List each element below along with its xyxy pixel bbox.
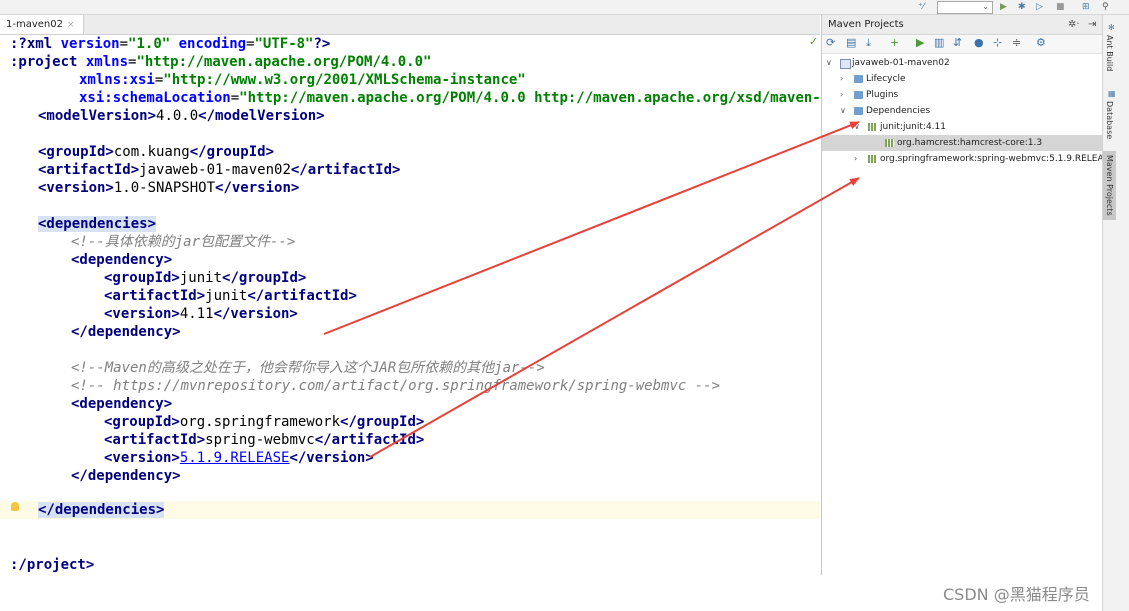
stop-icon[interactable]: ■ <box>1056 2 1065 12</box>
tool-tab-maven-projects[interactable]: Maven Projects <box>1103 151 1116 220</box>
tree-node-spring-webmvc[interactable]: › org.springframework:spring-webmvc:5.1.… <box>822 151 1103 167</box>
collapse-all-icon[interactable]: ≑ <box>1012 37 1021 49</box>
refresh-icon[interactable]: ⟳ <box>826 37 835 49</box>
tree-label: org.springframework:spring-webmvc:5.1.9.… <box>880 154 1103 164</box>
chevron-down-icon: ⌄ <box>982 2 989 11</box>
code-line: </dependency> <box>71 324 181 340</box>
main-toolbar: ⁺⁄ ⌄ ▶ ✱ ▷ ■ ⊞ ⚲ <box>0 0 1129 15</box>
code-line: <groupId>org.springframework</groupId> <box>104 414 425 430</box>
code-line: :/project> <box>10 557 95 573</box>
code-line: <dependency> <box>71 396 173 412</box>
panel-header: Maven Projects ✲· ⇥ <box>822 15 1103 35</box>
code-line: <artifactId>junit</artifactId> <box>104 288 357 304</box>
gear-icon[interactable]: ✲· <box>1068 15 1080 34</box>
execute-goal-icon[interactable]: ▥ <box>934 37 944 49</box>
run-icon[interactable]: ▶ <box>916 37 924 49</box>
editor-tab-bar: 1-maven02 × <box>0 15 820 35</box>
library-icon <box>885 139 894 147</box>
generate-sources-icon[interactable]: ▤ <box>846 37 856 49</box>
tree-node-junit[interactable]: ∨ junit:junit:4.11 <box>822 119 1103 135</box>
code-comment: <!-- https://mvnrepository.com/artifact/… <box>71 378 721 394</box>
tree-node-lifecycle[interactable]: › Lifecycle <box>822 71 1103 87</box>
chevron-down-icon[interactable]: ∨ <box>840 103 846 119</box>
tree-label: Dependencies <box>866 106 931 116</box>
code-line: <dependencies> <box>38 216 157 232</box>
chevron-right-icon[interactable]: › <box>840 87 843 103</box>
chevron-down-icon[interactable]: ∨ <box>854 119 860 135</box>
code-comment: <!--具体依赖的jar包配置文件--> <box>71 234 296 250</box>
code-line: <version>5.1.9.RELEASE</version> <box>104 450 374 466</box>
tree-node-hamcrest[interactable]: org.hamcrest:hamcrest-core:1.3 <box>822 135 1103 151</box>
chevron-right-icon[interactable]: › <box>840 71 843 87</box>
code-comment: <!--Maven的高级之处在于，他会帮你导入这个JAR包所依赖的其他jar--… <box>71 360 545 376</box>
version-link[interactable]: 5.1.9.RELEASE <box>180 450 290 466</box>
database-icon: ▦ <box>1108 89 1116 98</box>
module-icon <box>840 59 851 69</box>
code-line: </dependencies> <box>38 502 165 518</box>
maven-toolbar: ⟳ ▤ ⤓ + ▶ ▥ ⇵ ● ⊹ ≑ ⚙ <box>822 35 1103 54</box>
folder-icon <box>854 75 863 83</box>
tab-label: 1-maven02 <box>6 19 63 30</box>
tree-node-dependencies[interactable]: ∨ Dependencies <box>822 103 1103 119</box>
tool-tab-ant-build[interactable]: Ant Build <box>1105 35 1114 71</box>
tree-label: Plugins <box>866 90 899 100</box>
coverage-icon[interactable]: ▷ <box>1036 2 1043 12</box>
skip-tests-icon[interactable]: ● <box>974 37 984 49</box>
code-line: <groupId>com.kuang</groupId> <box>38 144 275 160</box>
tree-label: Lifecycle <box>866 74 906 84</box>
close-icon[interactable]: × <box>67 20 75 30</box>
chevron-right-icon[interactable]: › <box>854 151 857 167</box>
code-line: </dependency> <box>71 468 181 484</box>
code-line: xsi:schemaLocation="http://maven.apache.… <box>79 90 820 106</box>
code-line: xmlns:xsi="http://www.w3.org/2001/XMLSch… <box>79 72 526 88</box>
editor-tab-pom[interactable]: 1-maven02 × <box>0 15 84 34</box>
hide-panel-icon[interactable]: ⇥ <box>1088 15 1096 34</box>
tree-node-plugins[interactable]: › Plugins <box>822 87 1103 103</box>
code-line: <artifactId>javaweb-01-maven02</artifact… <box>38 162 401 178</box>
inspection-ok-icon: ✓ <box>809 35 819 48</box>
tree-label: org.hamcrest:hamcrest-core:1.3 <box>897 138 1043 148</box>
code-line: <version>4.11</version> <box>104 306 298 322</box>
run-config-dropdown[interactable]: ⌄ <box>937 1 993 14</box>
lightbulb-icon[interactable] <box>11 502 19 511</box>
watermark: CSDN @黑猫程序员 <box>943 585 1090 604</box>
code-line: <artifactId>spring-webmvc</artifactId> <box>104 432 425 448</box>
maven-projects-panel: Maven Projects ✲· ⇥ ⟳ ▤ ⤓ + ▶ ▥ ⇵ ● ⊹ ≑ … <box>821 15 1103 575</box>
search-icon[interactable]: ⚲ <box>1102 2 1109 12</box>
download-icon[interactable]: ⤓ <box>866 37 871 49</box>
toggle-offline-icon[interactable]: ⇵ <box>953 37 962 49</box>
code-line: :?xml version="1.0" encoding="UTF-8"?> <box>10 36 331 52</box>
code-line: <modelVersion>4.0.0</modelVersion> <box>38 108 325 124</box>
run-icon[interactable]: ▶ <box>1000 2 1007 12</box>
ant-icon: ✻ <box>1108 23 1115 32</box>
settings-icon[interactable]: ⚙ <box>1036 37 1046 49</box>
show-dependencies-icon[interactable]: ⊹ <box>993 37 1002 49</box>
code-line: :project xmlns="http://maven.apache.org/… <box>10 54 432 70</box>
tool-tab-database[interactable]: Database <box>1105 101 1114 139</box>
tree-label: junit:junit:4.11 <box>880 122 946 132</box>
chevron-down-icon[interactable]: ∨ <box>826 55 832 71</box>
debug-icon[interactable]: ✱ <box>1018 2 1026 12</box>
code-line: <dependency> <box>71 252 173 268</box>
library-icon <box>868 155 877 163</box>
library-icon <box>868 123 877 131</box>
code-line: <version>1.0-SNAPSHOT</version> <box>38 180 300 196</box>
code-line: <groupId>junit</groupId> <box>104 270 307 286</box>
add-icon[interactable]: + <box>890 37 899 49</box>
project-structure-icon[interactable]: ⊞ <box>1082 2 1090 12</box>
code-editor[interactable]: ✓ :?xml version="1.0" encoding="UTF-8"?>… <box>0 35 820 595</box>
folder-icon <box>854 91 863 99</box>
tree-label: javaweb-01-maven02 <box>852 58 950 68</box>
run-config-icon[interactable]: ⁺⁄ <box>918 2 924 12</box>
tree-node-project[interactable]: ∨ javaweb-01-maven02 <box>822 55 1103 71</box>
folder-icon <box>854 107 863 115</box>
panel-title: Maven Projects <box>828 19 904 30</box>
right-tool-stripe: ✻ Ant Build ▦ Database Maven Projects <box>1102 15 1129 611</box>
